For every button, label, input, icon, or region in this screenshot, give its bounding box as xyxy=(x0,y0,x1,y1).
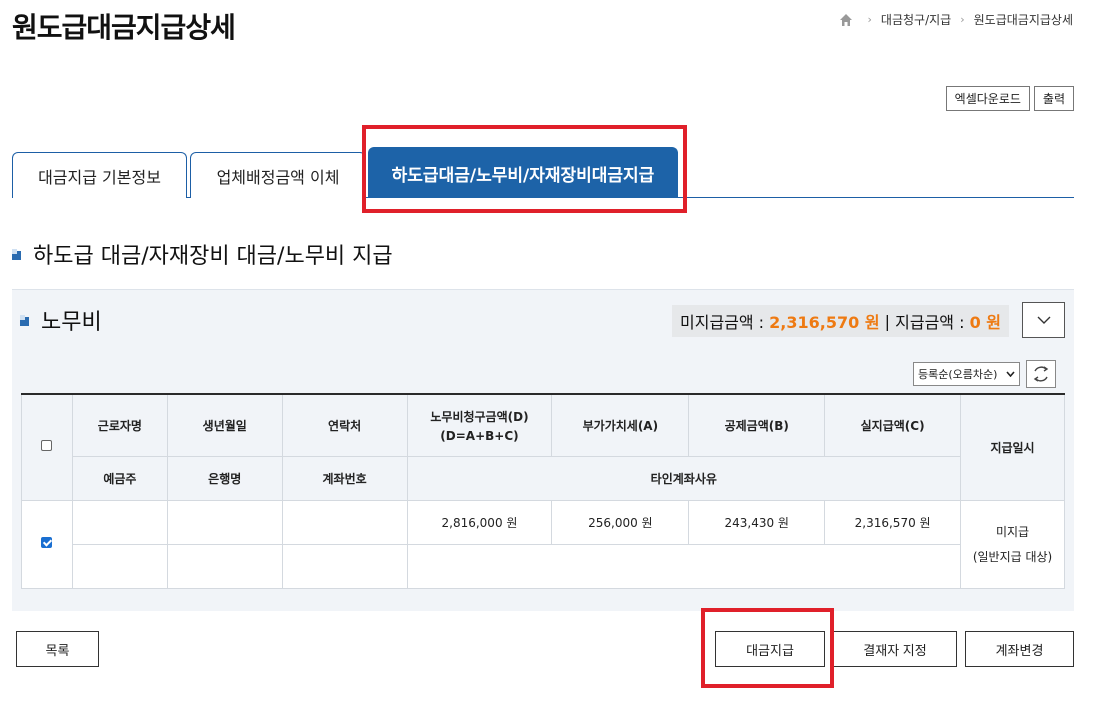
breadcrumb-item-current: 원도급대금지급상세 xyxy=(973,13,1073,27)
collapse-toggle-button[interactable] xyxy=(1022,302,1065,338)
col-header-actual: 실지급액(C) xyxy=(824,393,962,457)
pay-status: 미지급 xyxy=(995,525,1030,539)
row-select-cell xyxy=(21,499,73,589)
pay-status-detail: (일반지급 대상) xyxy=(972,550,1053,564)
select-all-cell xyxy=(21,393,73,501)
worker-name-cell xyxy=(71,499,168,545)
amount-summary: 미지급금액 : 2,316,570 원 | 지급금액 : 0 원 xyxy=(672,305,1010,337)
tab-bar: 대금지급 기본정보 업체배정금액 이체 하도급대금/노무비/자재장비대금지급 xyxy=(12,147,1074,198)
labor-cost-panel: 노무비 미지급금액 : 2,316,570 원 | 지급금액 : 0 원 등록순… xyxy=(12,289,1074,611)
refresh-button[interactable] xyxy=(1026,360,1056,388)
paid-label: 지급금액 : xyxy=(895,313,970,332)
birthdate-cell xyxy=(166,499,283,545)
col-header-worker-name: 근로자명 xyxy=(71,393,168,457)
col-header-vat: 부가가치세(A) xyxy=(551,393,690,457)
account-number-cell xyxy=(281,543,408,589)
col-header-account-holder: 예금주 xyxy=(71,455,168,501)
panel-title: 노무비 xyxy=(20,304,102,336)
col-header-contact: 연락처 xyxy=(281,393,408,457)
change-account-button[interactable]: 계좌변경 xyxy=(965,631,1074,667)
deduction-amount-cell: 243,430 원 xyxy=(688,499,826,545)
excel-download-button[interactable]: 엑셀다운로드 xyxy=(945,86,1030,111)
print-button[interactable]: 출력 xyxy=(1033,86,1074,111)
sort-select-value: 등록순(오름차순) xyxy=(918,368,998,381)
amount-divider: | xyxy=(879,311,896,331)
chevron-right-icon: › xyxy=(867,13,872,26)
tab-basic-info[interactable]: 대금지급 기본정보 xyxy=(12,152,187,198)
col-header-deduction: 공제금액(B) xyxy=(688,393,826,457)
tab-subcontract-payment[interactable]: 하도급대금/노무비/자재장비대금지급 xyxy=(368,147,678,198)
unpaid-label: 미지급금액 : xyxy=(680,313,770,332)
actual-amount-cell: 2,316,570 원 xyxy=(824,499,962,545)
table-row: 2,816,000 원 256,000 원 243,430 원 2,316,57… xyxy=(21,499,1065,589)
tab-company-transfer[interactable]: 업체배정금액 이체 xyxy=(190,152,366,198)
select-all-checkbox[interactable] xyxy=(41,440,53,452)
breadcrumb: › 대금청구/지급 › 원도급대금지급상세 xyxy=(839,11,1073,28)
row-checkbox[interactable] xyxy=(41,537,53,548)
chevron-right-icon: › xyxy=(960,13,965,26)
col-header-other-account-reason: 타인계좌사유 xyxy=(406,455,962,501)
pay-button[interactable]: 대금지급 xyxy=(715,631,825,667)
assign-approver-button[interactable]: 결재자 지정 xyxy=(833,631,957,667)
sort-select[interactable]: 등록순(오름차순) xyxy=(913,362,1020,386)
panel-title-text: 노무비 xyxy=(41,310,102,335)
col-header-claim: 노무비청구금액(D) (D=A+B+C) xyxy=(406,393,553,457)
page-title: 원도급대금지급상세 xyxy=(12,11,236,44)
labor-table: 근로자명 생년월일 연락처 노무비청구금액(D) (D=A+B+C) 부가가치세… xyxy=(21,393,1065,589)
chevron-down-icon xyxy=(1006,371,1015,377)
section-title: 하도급 대금/자재장비 대금/노무비 지급 xyxy=(12,238,393,270)
other-account-reason-cell xyxy=(406,543,962,589)
bullet-icon xyxy=(12,248,23,260)
claim-amount-cell: 2,816,000 원 xyxy=(406,499,553,545)
col-header-birthdate: 생년월일 xyxy=(166,393,283,457)
bank-cell xyxy=(166,543,283,589)
contact-cell xyxy=(281,499,408,545)
col-header-pay-date: 지급일시 xyxy=(960,393,1065,501)
pay-status-cell: 미지급 (일반지급 대상) xyxy=(960,499,1065,589)
chevron-down-icon xyxy=(1037,316,1050,324)
col-header-bank: 은행명 xyxy=(166,455,283,501)
section-title-text: 하도급 대금/자재장비 대금/노무비 지급 xyxy=(33,244,393,269)
col-header-claim-label: 노무비청구금액(D) xyxy=(430,409,529,424)
vat-amount-cell: 256,000 원 xyxy=(551,499,690,545)
unpaid-amount: 2,316,570 원 xyxy=(769,313,880,332)
account-holder-cell xyxy=(71,543,168,589)
bullet-icon xyxy=(20,314,31,326)
breadcrumb-item[interactable]: 대금청구/지급 xyxy=(881,11,951,28)
list-button[interactable]: 목록 xyxy=(16,631,99,667)
col-header-claim-formula: (D=A+B+C) xyxy=(440,428,519,443)
paid-amount: 0 원 xyxy=(969,313,1002,332)
top-toolbar: 엑셀다운로드 출력 xyxy=(945,86,1074,111)
col-header-account-number: 계좌번호 xyxy=(281,455,408,501)
table-row-sub xyxy=(22,543,1065,589)
refresh-icon xyxy=(1033,366,1049,382)
home-icon[interactable] xyxy=(839,13,853,27)
